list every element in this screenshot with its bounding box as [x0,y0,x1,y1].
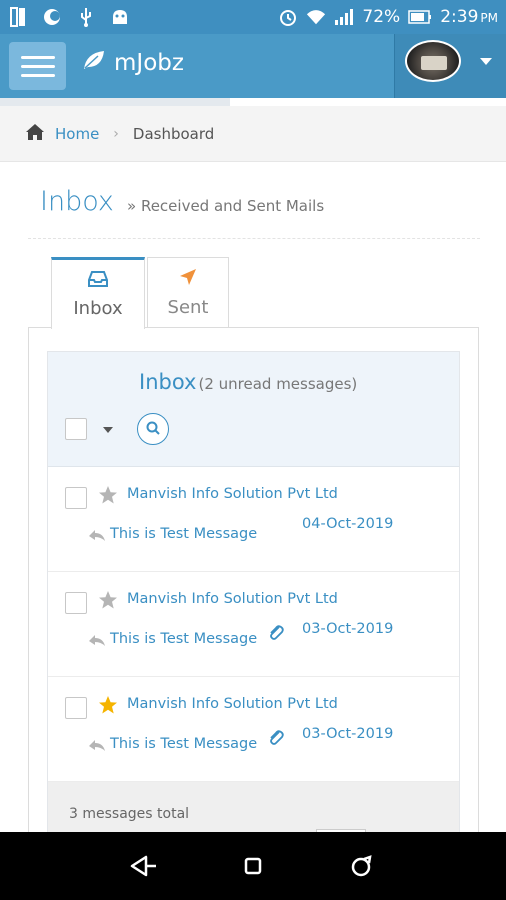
system-nav-bar [0,832,506,900]
hamburger-icon-line [20,55,55,59]
list-item[interactable]: Manvish Info Solution Pvt Ltd This is Te… [48,467,459,572]
chevron-down-icon[interactable] [480,58,492,65]
home-button-icon[interactable] [233,846,273,886]
leaf-icon [82,49,106,77]
message-sender[interactable]: Manvish Info Solution Pvt Ltd [127,591,338,607]
chevron-down-icon[interactable] [103,427,113,433]
tab-sent-label: Sent [167,297,209,318]
page-title: Inbox [40,186,114,217]
star-icon[interactable] [98,590,118,610]
send-icon [179,268,197,291]
paperclip-icon [268,624,284,642]
reply-icon [88,737,106,751]
select-all-checkbox[interactable] [65,418,87,440]
android-icon [110,7,130,27]
tab-sent[interactable]: Sent [147,257,229,329]
sim-card-icon [8,7,28,27]
app-header: mJobz [0,34,506,98]
unread-count: (2 unread messages) [198,375,358,393]
user-menu[interactable] [394,34,506,98]
search-icon [146,420,160,439]
mailbox-header: Inbox (2 unread messages) [48,352,459,467]
back-icon[interactable] [124,846,164,886]
tab-content-panel: Inbox (2 unread messages) Manvish Info So… [28,327,479,852]
star-icon[interactable] [98,485,118,505]
page-subtitle: » Received and Sent Mails [127,197,325,215]
chevron-right-icon: › [113,125,119,142]
reply-icon [88,632,106,646]
paperclip-icon [268,729,284,747]
status-right: 72% 2:39 PM [278,7,498,27]
search-button[interactable] [137,413,169,445]
battery-icon [408,7,432,27]
tab-inbox-label: Inbox [73,297,123,319]
usb-icon [76,7,96,27]
message-date: 03-Oct-2019 [302,621,394,637]
breadcrumb-current: Dashboard [132,124,215,143]
signal-icon [334,7,354,27]
message-sender[interactable]: Manvish Info Solution Pvt Ltd [127,486,338,502]
breadcrumb: Home › Dashboard [0,106,506,162]
inbox-icon [88,270,108,292]
mailbox-title-text: Inbox [139,370,197,394]
message-subject[interactable]: This is Test Message [110,736,257,752]
reply-icon [88,527,106,541]
message-total: 3 messages total [69,806,190,822]
message-subject[interactable]: This is Test Message [110,631,257,647]
hamburger-icon-line [20,64,55,68]
message-checkbox[interactable] [65,697,87,719]
breadcrumb-home-link[interactable]: Home [55,125,99,143]
clock-time: 2:39 [440,7,479,27]
message-sender[interactable]: Manvish Info Solution Pvt Ltd [127,696,338,712]
message-checkbox[interactable] [65,592,87,614]
message-date: 03-Oct-2019 [302,726,394,742]
message-subject[interactable]: This is Test Message [110,526,257,542]
message-date: 04-Oct-2019 [302,516,394,532]
status-left-icons [8,7,130,27]
alarm-icon [278,7,298,27]
app-name: mJobz [114,50,184,76]
divider [28,238,480,239]
tab-inbox[interactable]: Inbox [51,257,145,329]
message-checkbox[interactable] [65,487,87,509]
battery-percent: 72% [362,7,401,27]
star-icon[interactable] [98,695,118,715]
mailbox-title: Inbox (2 unread messages) [139,370,357,394]
hamburger-icon-line [20,73,55,77]
home-icon[interactable] [25,123,45,145]
recents-icon[interactable] [342,846,382,886]
mailbox: Inbox (2 unread messages) Manvish Info So… [47,351,460,852]
menu-button[interactable] [9,42,66,90]
avatar[interactable] [405,40,461,82]
list-item[interactable]: Manvish Info Solution Pvt Ltd This is Te… [48,677,459,782]
clock: 2:39 PM [440,7,498,27]
moon-icon [42,7,62,27]
app-brand[interactable]: mJobz [82,49,184,77]
wifi-icon [306,7,326,27]
clock-ampm: PM [480,11,498,25]
list-item[interactable]: Manvish Info Solution Pvt Ltd This is Te… [48,572,459,677]
header-shadow [0,98,230,106]
status-bar: 72% 2:39 PM [0,0,506,34]
